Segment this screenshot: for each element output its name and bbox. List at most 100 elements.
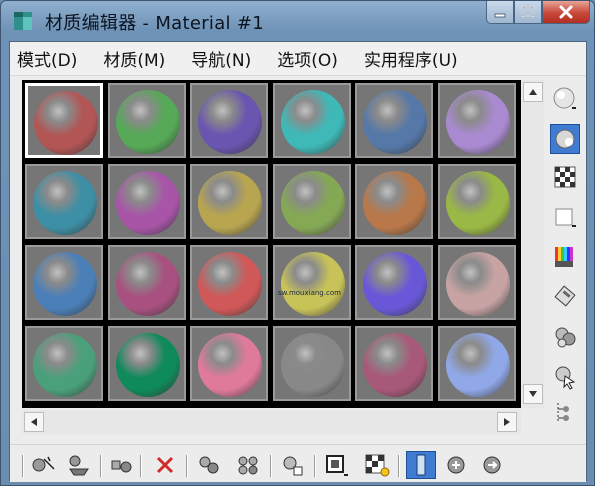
material-sphere-preview — [115, 171, 180, 235]
material-sphere-preview — [445, 90, 510, 154]
material-sample-slot[interactable] — [190, 83, 268, 158]
horizontal-scrollbar[interactable] — [22, 410, 521, 434]
material-sample-slot[interactable] — [355, 83, 433, 158]
put-to-library-icon[interactable] — [234, 451, 264, 479]
options-icon[interactable] — [550, 322, 580, 352]
material-sphere-preview — [445, 252, 510, 316]
material-sample-slot[interactable] — [107, 245, 186, 320]
scroll-up-button[interactable] — [523, 82, 543, 102]
material-sample-slot[interactable] — [437, 326, 516, 401]
material-sphere-preview — [280, 252, 345, 316]
material-sample-slot[interactable] — [190, 245, 268, 320]
menu-bar: 模式(D) 材质(M) 导航(N) 选项(O) 实用程序(U) — [10, 42, 586, 76]
close-button[interactable] — [542, 1, 590, 24]
background-checker-icon[interactable] — [550, 162, 580, 192]
menu-utilities[interactable]: 实用程序(U) — [363, 44, 459, 73]
material-sphere-preview — [33, 333, 97, 397]
minimize-icon — [494, 13, 506, 18]
material-effects-channel-icon[interactable] — [278, 451, 308, 479]
scroll-right-button[interactable] — [497, 412, 517, 432]
material-sample-slot[interactable] — [437, 83, 516, 158]
reset-map-icon[interactable] — [150, 451, 180, 479]
material-sphere-preview — [363, 252, 427, 316]
toolbar-separator — [314, 455, 316, 477]
material-sphere-preview — [34, 91, 98, 155]
select-by-material-icon[interactable] — [550, 362, 580, 392]
material-sample-slot[interactable] — [437, 164, 516, 239]
make-preview-icon[interactable] — [550, 282, 580, 312]
material-editor-window: 材质编辑器 - Material #1 模式(D) 材质(M) 导航(N) 选项… — [0, 0, 595, 486]
material-sphere-preview — [280, 90, 345, 154]
material-sphere-preview — [363, 90, 427, 154]
material-sphere-preview — [280, 171, 345, 235]
scroll-down-button[interactable] — [523, 384, 543, 404]
go-to-parent-icon[interactable] — [442, 451, 472, 479]
vertical-scrollbar[interactable] — [522, 80, 544, 408]
material-sphere-preview — [198, 171, 262, 235]
material-sample-slot[interactable] — [272, 326, 351, 401]
material-sample-slot[interactable] — [107, 164, 186, 239]
material-sphere-preview — [198, 90, 262, 154]
material-sphere-preview — [115, 90, 180, 154]
material-sample-slot[interactable] — [107, 326, 186, 401]
material-sample-slot[interactable] — [25, 83, 103, 158]
menu-navigation[interactable]: 导航(N) — [190, 44, 252, 73]
material-toolbar — [10, 444, 586, 482]
backlight-icon[interactable] — [550, 124, 580, 154]
material-sample-slot[interactable] — [272, 164, 351, 239]
menu-material[interactable]: 材质(M) — [102, 44, 166, 73]
slot-options-sidebar — [546, 80, 584, 426]
material-sample-slot[interactable] — [25, 245, 103, 320]
material-sphere-preview — [198, 252, 262, 316]
sample-type-icon[interactable] — [550, 84, 580, 114]
watermark-text: sw.mouxiang.com — [278, 289, 341, 297]
toolbar-separator — [270, 455, 272, 477]
show-map-icon[interactable] — [322, 451, 352, 479]
get-material-icon[interactable] — [28, 451, 58, 479]
menu-options[interactable]: 选项(O) — [276, 44, 339, 73]
material-sphere-preview — [363, 333, 427, 397]
material-sample-slot[interactable] — [355, 245, 433, 320]
menu-modes[interactable]: 模式(D) — [16, 44, 78, 73]
arrow-down-icon — [529, 391, 537, 397]
material-sample-slot[interactable] — [107, 83, 186, 158]
material-sample-slot[interactable] — [437, 245, 516, 320]
assign-to-selection-icon[interactable] — [106, 451, 136, 479]
material-sphere-preview — [33, 171, 97, 235]
material-map-navigator-icon[interactable] — [550, 398, 580, 428]
show-background-toggle-icon[interactable] — [406, 451, 436, 479]
material-sphere-preview — [33, 252, 97, 316]
arrow-up-icon — [529, 89, 537, 95]
go-forward-to-sibling-icon[interactable] — [478, 451, 508, 479]
scroll-left-button[interactable] — [24, 412, 44, 432]
toolbar-separator — [186, 455, 188, 477]
material-sample-slot[interactable] — [25, 326, 103, 401]
3dsmax-app-icon — [11, 9, 35, 33]
material-sphere-preview — [115, 252, 180, 316]
material-sample-slot[interactable] — [355, 326, 433, 401]
put-to-scene-icon[interactable] — [64, 451, 94, 479]
make-unique-icon[interactable] — [194, 451, 224, 479]
material-sample-slot[interactable] — [25, 164, 103, 239]
close-icon — [559, 5, 573, 19]
material-sample-slot[interactable] — [272, 245, 351, 320]
material-sphere-preview — [280, 333, 345, 397]
material-sample-slot[interactable] — [190, 164, 268, 239]
maximize-icon — [522, 6, 534, 17]
material-sample-slot[interactable] — [355, 164, 433, 239]
video-color-check-icon[interactable] — [550, 242, 580, 272]
uv-tiling-icon[interactable] — [550, 202, 580, 232]
title-bar[interactable]: 材质编辑器 - Material #1 — [1, 1, 594, 41]
toolbar-separator — [140, 455, 142, 477]
material-sample-slot[interactable] — [190, 326, 268, 401]
material-sphere-preview — [363, 171, 427, 235]
arrow-right-icon — [504, 418, 510, 426]
maximize-button[interactable] — [514, 1, 542, 24]
material-sphere-preview — [445, 333, 510, 397]
minimize-button[interactable] — [486, 1, 514, 24]
material-sample-slot[interactable] — [272, 83, 351, 158]
show-end-result-icon[interactable] — [362, 451, 392, 479]
toolbar-separator — [100, 455, 102, 477]
sample-slot-grid — [22, 80, 521, 408]
material-sphere-preview — [445, 171, 510, 235]
